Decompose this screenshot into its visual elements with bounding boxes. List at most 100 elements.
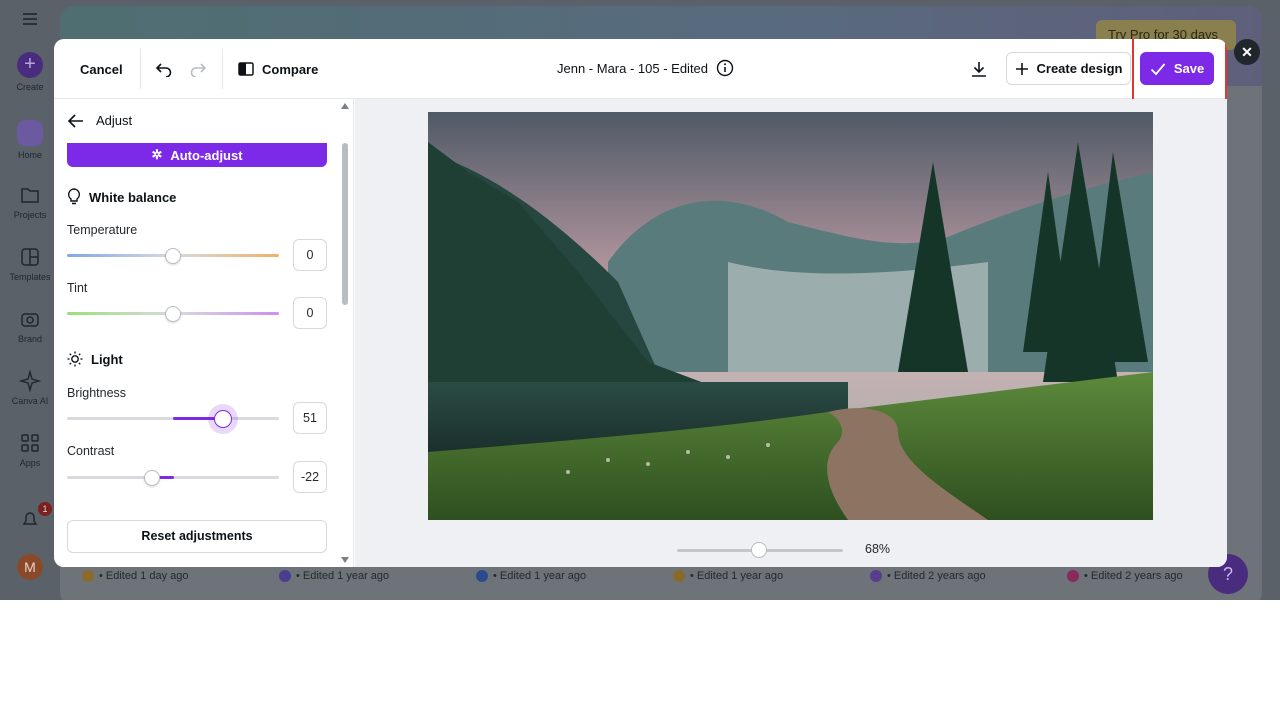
temperature-slider-handle[interactable] (165, 248, 181, 264)
image-canvas: 68% (355, 99, 1227, 567)
panel-scrollbar[interactable] (340, 99, 354, 567)
undo-icon (155, 63, 172, 77)
nav-projects[interactable]: Projects (0, 184, 60, 220)
brightness-value[interactable]: 51 (293, 402, 327, 434)
zoom-slider-handle[interactable] (751, 542, 767, 558)
close-icon: ✕ (1241, 44, 1253, 60)
scroll-up-icon[interactable] (341, 103, 349, 109)
contrast-value[interactable]: -22 (293, 461, 327, 493)
close-modal-button[interactable]: ✕ (1234, 39, 1260, 65)
nav-label: Create (16, 82, 44, 92)
design-type-icon (673, 570, 685, 582)
apps-icon (21, 434, 39, 452)
menu-icon[interactable] (0, 12, 60, 28)
templates-icon (21, 248, 39, 266)
nav-label: Apps (19, 458, 41, 468)
avatar-initial: M (17, 554, 43, 580)
photo-editor-modal: Cancel Compare Jenn - Mara - 105 - Edite… (54, 39, 1227, 567)
contrast-slider-handle[interactable] (144, 470, 160, 486)
nav-label: Canva AI (11, 396, 49, 406)
white-balance-label: White balance (89, 189, 177, 205)
check-icon (1150, 62, 1165, 75)
notification-badge: 1 (38, 502, 52, 516)
brightness-slider-handle[interactable] (214, 410, 232, 428)
edited-text: • Edited 1 year ago (493, 570, 587, 582)
brand-icon (21, 313, 39, 327)
nav-home[interactable]: Home (0, 120, 60, 160)
sparkle-icon (19, 370, 41, 392)
avatar[interactable]: M (0, 554, 60, 580)
tint-value[interactable]: 0 (293, 297, 327, 329)
redo-button[interactable] (189, 55, 207, 83)
light-section: Light (67, 351, 123, 367)
create-design-label: Create design (1036, 61, 1123, 76)
adjust-header: Adjust (68, 113, 132, 128)
edited-meta: • Edited 1 year ago (476, 570, 586, 582)
divider (222, 49, 223, 89)
design-title: Jenn - Mara - 105 - Edited (557, 59, 734, 77)
nav-label: Home (17, 150, 42, 160)
notifications-button[interactable]: 1 (0, 502, 60, 534)
edited-meta: • Edited 1 year ago (279, 570, 389, 582)
white-balance-section: White balance (67, 188, 176, 206)
instagram-icon (1067, 570, 1079, 582)
editor-toolbar: Cancel Compare Jenn - Mara - 105 - Edite… (54, 39, 1227, 120)
temperature-label: Temperature (67, 223, 138, 237)
brightness-label: Brightness (67, 386, 127, 400)
nav-label: Templates (9, 272, 51, 282)
save-button[interactable]: Save (1140, 52, 1214, 85)
design-type-icon (870, 570, 882, 582)
sun-icon (67, 351, 83, 367)
tint-slider-handle[interactable] (165, 306, 181, 322)
design-type-icon (279, 570, 291, 582)
compare-button[interactable]: Compare (238, 55, 318, 83)
auto-adjust-label: Auto-adjust (170, 147, 243, 163)
scroll-down-icon[interactable] (341, 557, 349, 563)
cancel-button[interactable]: Cancel (80, 55, 123, 83)
download-icon (972, 62, 986, 77)
edited-meta: • Edited 2 years ago (870, 570, 986, 582)
info-icon[interactable] (716, 59, 734, 77)
lightbulb-icon (67, 188, 81, 205)
plus-icon: + (17, 52, 43, 78)
light-label: Light (91, 351, 123, 367)
divider (140, 49, 141, 89)
redo-icon (190, 63, 207, 77)
edited-text: • Edited 2 years ago (1084, 570, 1183, 582)
nav-templates[interactable]: Templates (0, 246, 60, 282)
magic-wand-icon: ✲ (151, 147, 163, 162)
edited-meta: • Edited 2 years ago (1067, 570, 1183, 582)
auto-adjust-button[interactable]: ✲ Auto-adjust (67, 143, 327, 167)
landscape-image (428, 112, 1153, 520)
nav-label: Brand (17, 334, 43, 344)
zoom-value: 68% (865, 542, 891, 556)
document-title: Jenn - Mara - 105 - Edited (557, 60, 709, 76)
compare-label: Compare (262, 61, 319, 77)
edited-text: • Edited 1 year ago (690, 570, 784, 582)
nav-create[interactable]: + Create (0, 52, 60, 92)
temperature-value[interactable]: 0 (293, 239, 327, 271)
edited-meta: • Edited 1 year ago (673, 570, 783, 582)
adjust-heading: Adjust (96, 113, 133, 128)
edited-photo[interactable] (428, 112, 1153, 520)
undo-button[interactable] (155, 55, 173, 83)
home-icon (17, 120, 43, 146)
scrollbar-thumb[interactable] (342, 143, 348, 305)
edited-text: • Edited 1 year ago (296, 570, 390, 582)
download-button[interactable] (970, 55, 988, 83)
edited-text: • Edited 2 years ago (887, 570, 986, 582)
tint-label: Tint (67, 281, 88, 295)
nav-brand[interactable]: Brand (0, 308, 60, 344)
back-arrow-icon[interactable] (68, 113, 84, 128)
nav-canva-ai[interactable]: Canva AI (0, 370, 60, 406)
nav-apps[interactable]: Apps (0, 432, 60, 468)
nav-label: Projects (13, 210, 47, 220)
save-label: Save (1173, 61, 1205, 76)
compare-icon (238, 62, 254, 76)
reset-adjustments-button[interactable]: Reset adjustments (67, 520, 327, 553)
create-design-button[interactable]: Create design (1006, 52, 1131, 85)
plus-icon (1015, 62, 1028, 75)
adjust-panel: Adjust ✲ Auto-adjust White balance Tempe… (54, 99, 354, 567)
left-navigation: + Create Home Projects Templates Brand C… (0, 0, 60, 600)
editor-screen: Try Pro for 30 days + Create Home Projec… (0, 0, 1280, 600)
